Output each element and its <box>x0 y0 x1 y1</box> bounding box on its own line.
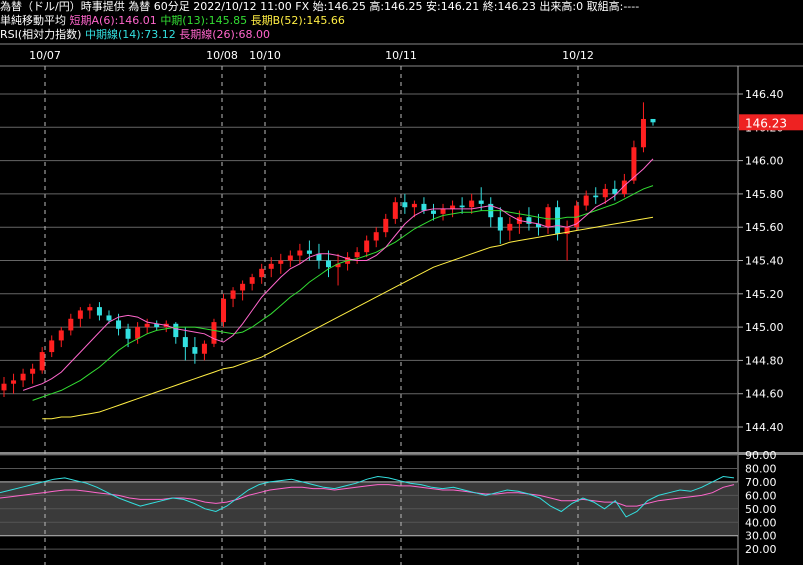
candle-body <box>326 260 331 268</box>
candle-body <box>297 250 303 256</box>
candle-body <box>440 208 446 214</box>
candle-body <box>39 352 45 371</box>
candle-body <box>421 203 427 211</box>
candle-body <box>450 205 456 209</box>
candle-body <box>392 202 398 219</box>
candle-body <box>430 210 436 214</box>
candle-body <box>58 330 64 341</box>
candle-body <box>30 368 36 374</box>
current-price-label: 146.23 <box>745 116 787 130</box>
price-tick-label: 145.80 <box>745 188 784 201</box>
price-tick-label: 145.20 <box>745 288 784 301</box>
candle-body <box>306 250 312 254</box>
rsi-tick-label: 40.00 <box>745 516 777 529</box>
candle-body <box>354 252 360 258</box>
price-tick-label: 145.00 <box>745 321 784 334</box>
chart-canvas: 146.40146.20146.00145.80145.60145.40145.… <box>0 43 803 565</box>
candle-body <box>507 223 513 231</box>
candle-body <box>77 310 83 319</box>
candle-body <box>182 337 188 348</box>
candle-body <box>555 207 561 234</box>
candle-body <box>173 323 179 338</box>
date-label: 10/07 <box>29 49 61 62</box>
price-tick-label: 144.60 <box>745 388 784 401</box>
candle-body <box>211 322 217 344</box>
candle-body <box>1 383 7 391</box>
candle-body <box>602 188 608 198</box>
candle-body <box>469 200 475 208</box>
candle-body <box>373 232 379 241</box>
candle-body <box>383 218 389 233</box>
ma-long-line <box>42 216 654 420</box>
candle-body <box>497 217 503 231</box>
candle-body <box>68 318 74 331</box>
date-label: 10/11 <box>385 49 417 62</box>
candle-body <box>287 255 293 261</box>
candle-body <box>478 200 484 204</box>
date-label: 10/10 <box>249 49 281 62</box>
price-tick-label: 146.40 <box>745 88 784 101</box>
date-label: 10/12 <box>562 49 594 62</box>
candle-body <box>11 380 17 384</box>
candle-body <box>144 323 150 328</box>
candle-body <box>49 340 55 353</box>
price-tick-label: 144.40 <box>745 421 784 434</box>
candle-body <box>593 195 599 198</box>
candle-body <box>106 315 112 321</box>
candle-body <box>249 277 255 284</box>
candle-body <box>20 373 26 381</box>
candle-body <box>87 307 93 311</box>
candle-body <box>459 205 465 208</box>
candle-body <box>135 327 141 339</box>
rsi-tick-label: 50.00 <box>745 503 777 516</box>
rsi-tick-label: 20.00 <box>745 543 777 556</box>
candle-body <box>201 343 207 354</box>
candle-body <box>650 118 656 123</box>
candle-body <box>583 195 589 206</box>
candle-body <box>545 207 551 228</box>
price-tick-label: 146.00 <box>745 155 784 168</box>
price-tick-label: 145.40 <box>745 255 784 268</box>
candle-body <box>116 320 122 329</box>
candle-body <box>96 307 102 316</box>
candle-body <box>268 263 274 269</box>
rsi-tick-label: 30.00 <box>745 530 777 543</box>
candle-body <box>402 202 408 208</box>
candle-body <box>230 290 236 299</box>
rsi-tick-label: 80.00 <box>745 462 777 475</box>
candle-body <box>411 203 417 208</box>
price-tick-label: 144.80 <box>745 354 784 367</box>
price-tick-label: 145.60 <box>745 221 784 234</box>
candle-body <box>640 118 646 148</box>
date-label: 10/08 <box>206 49 238 62</box>
candle-body <box>125 328 131 339</box>
rsi-tick-label: 60.00 <box>745 489 777 502</box>
candle-body <box>221 298 227 323</box>
candle-body <box>259 268 265 278</box>
candle-body <box>278 260 284 264</box>
candle-body <box>192 347 198 354</box>
candle-body <box>364 240 370 253</box>
candle-body <box>240 283 246 291</box>
rsi-tick-label: 90.00 <box>745 449 777 462</box>
rsi-tick-label: 70.00 <box>745 476 777 489</box>
